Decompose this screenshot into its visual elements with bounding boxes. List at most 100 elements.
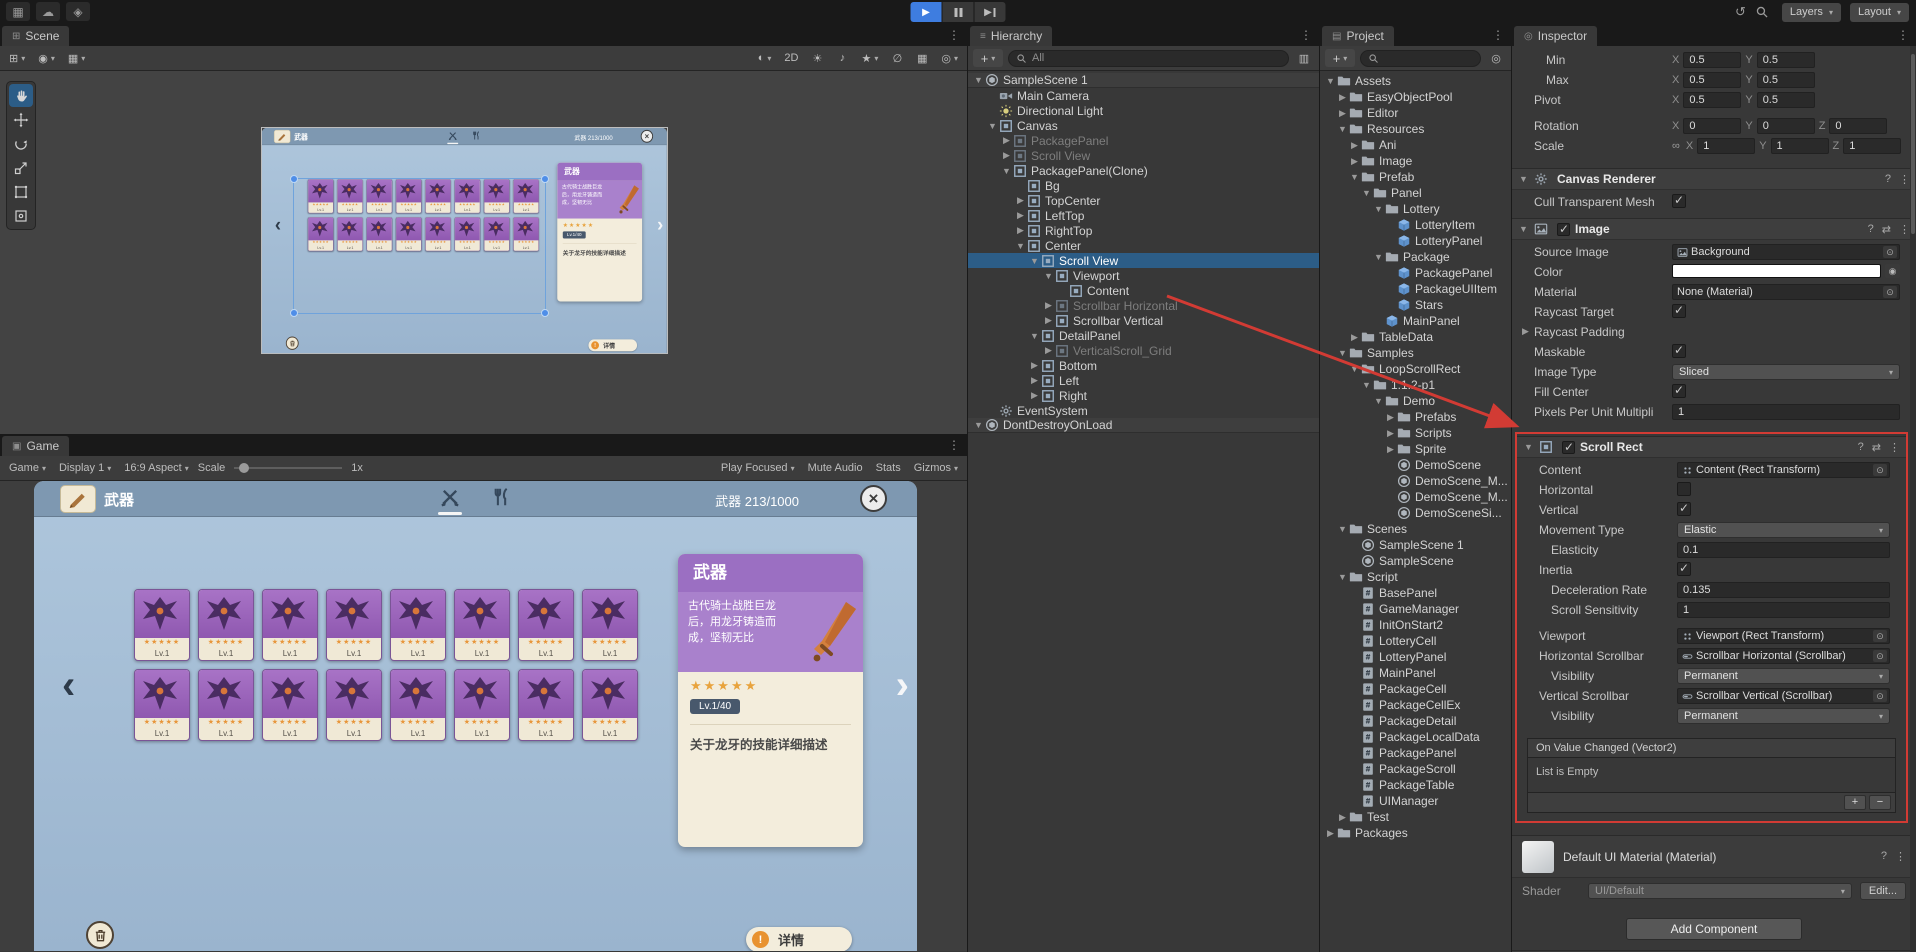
foldout-arrow[interactable]: ▶ <box>1000 135 1013 146</box>
trash-button[interactable] <box>86 921 114 949</box>
tree-item-lottery[interactable]: ▼ Lottery <box>1320 201 1511 217</box>
presets-icon[interactable]: ⇄ <box>1872 441 1881 454</box>
weapon-card[interactable]: ★★★★★ Lv.1 <box>134 589 190 661</box>
tree-item-loopscrollrect[interactable]: ▼ LoopScrollRect <box>1320 361 1511 377</box>
audio-toggle-icon[interactable]: ♪ <box>832 49 852 67</box>
tree-item-packagecellex[interactable]: PackageCellEx <box>1320 697 1511 713</box>
tree-item-uimanager[interactable]: UIManager <box>1320 793 1511 809</box>
weapon-card-grid[interactable]: ★★★★★ Lv.1 ★★★★★ Lv.1 ★★★★★ Lv.1 ★★★★★ Lv.1 ★★★★… <box>134 589 638 741</box>
add-event-button[interactable]: + <box>1844 795 1866 810</box>
shader-dropdown[interactable]: UI/Default ▾ <box>1588 883 1852 899</box>
tree-item-packagepanel[interactable]: PackagePanel <box>1320 265 1511 281</box>
tree-item-center[interactable]: ▼ Center <box>968 238 1319 253</box>
object-field[interactable]: None (Material) ⊙ <box>1672 284 1900 300</box>
help-icon[interactable]: ? <box>1885 173 1891 186</box>
tree-item-demoscene-m[interactable]: DemoScene_M... <box>1320 489 1511 505</box>
scrollview-selection-gizmo[interactable] <box>290 175 549 317</box>
tree-item-packages[interactable]: ▶ Packages <box>1320 825 1511 841</box>
foldout-arrow[interactable]: ▶ <box>1522 326 1529 337</box>
tree-item-detailpanel[interactable]: ▼ DetailPanel <box>968 328 1319 343</box>
tree-item-left[interactable]: ▶ Left <box>968 373 1319 388</box>
foldout-arrow[interactable]: ▶ <box>1028 375 1041 386</box>
food-category-tab[interactable] <box>470 129 483 141</box>
dropdown[interactable]: Permanent ▾ <box>1677 668 1890 684</box>
tree-item-main-camera[interactable]: Main Camera <box>968 88 1319 103</box>
hidden-objects-icon[interactable]: ∅ <box>887 49 907 67</box>
scale-slider[interactable] <box>234 463 343 473</box>
number-field[interactable]: 1 <box>1672 404 1900 420</box>
dropdown[interactable]: Elastic ▾ <box>1677 522 1890 538</box>
foldout-arrow[interactable]: ▶ <box>1014 225 1027 236</box>
effects-dropdown-icon[interactable]: ★ ▾ <box>857 49 882 67</box>
search-icon[interactable] <box>1755 5 1769 19</box>
weapon-card[interactable]: ★★★★★ Lv.1 <box>390 589 446 661</box>
stats-toggle[interactable]: Stats <box>872 459 905 477</box>
tree-item-basepanel[interactable]: BasePanel <box>1320 585 1511 601</box>
component-header-canvas-renderer[interactable]: ▼ Canvas Renderer? ⋮ <box>1512 168 1916 190</box>
tree-item-assets[interactable]: ▼ Assets <box>1320 73 1511 89</box>
tree-item-mainpanel[interactable]: MainPanel <box>1320 665 1511 681</box>
tree-item-packagedetail[interactable]: PackageDetail <box>1320 713 1511 729</box>
foldout-arrow[interactable]: ▶ <box>1348 156 1361 167</box>
axis-field[interactable]: 1 <box>1770 138 1829 154</box>
foldout-arrow[interactable]: ▶ <box>1014 210 1027 221</box>
tree-item-tabledata[interactable]: ▶ TableData <box>1320 329 1511 345</box>
close-button[interactable]: × <box>640 129 654 143</box>
dropdown[interactable]: Sliced ▾ <box>1672 364 1900 380</box>
tree-item-prefabs[interactable]: ▶ Prefabs <box>1320 409 1511 425</box>
tree-item-canvas[interactable]: ▼ Canvas <box>968 118 1319 133</box>
grid-visibility-icon[interactable]: ▦ <box>912 49 932 67</box>
number-field[interactable]: 1 <box>1677 602 1890 618</box>
tree-item-scroll-view[interactable]: ▼ Scroll View <box>968 253 1319 268</box>
object-picker-icon[interactable]: ⊙ <box>1873 690 1887 702</box>
foldout-arrow[interactable]: ▼ <box>1336 572 1349 582</box>
foldout-arrow[interactable]: ▼ <box>1523 442 1534 452</box>
tree-item-sprite[interactable]: ▶ Sprite <box>1320 441 1511 457</box>
tab-inspector[interactable]: ◎ Inspector <box>1514 26 1598 46</box>
kebab-icon[interactable]: ⋮ <box>1895 850 1906 863</box>
tree-item-lotterycell[interactable]: LotteryCell <box>1320 633 1511 649</box>
kebab-icon[interactable]: ⋮ <box>1889 441 1900 454</box>
axis-field[interactable]: 1 <box>1697 138 1756 154</box>
tree-item-panel[interactable]: ▼ Panel <box>1320 185 1511 201</box>
foldout-arrow[interactable]: ▼ <box>1372 396 1385 406</box>
cloud-services-icon[interactable]: ☁ <box>36 2 60 21</box>
weapon-card[interactable]: ★★★★★ Lv.1 <box>582 589 638 661</box>
tab-hierarchy[interactable]: ≡ Hierarchy <box>970 26 1053 46</box>
foldout-arrow[interactable]: ▼ <box>1518 174 1529 184</box>
axis-field[interactable]: 0.5 <box>1683 92 1742 108</box>
weapon-category-tab[interactable] <box>436 484 464 515</box>
number-field[interactable]: 0.1 <box>1677 542 1890 558</box>
foldout-arrow[interactable]: ▼ <box>1336 524 1349 534</box>
checkbox[interactable] <box>1677 561 1691 576</box>
layers-dropdown[interactable]: Layers ▾ <box>1781 2 1841 22</box>
tree-item-dontdestroyonload[interactable]: ▼ DontDestroyOnLoad <box>968 418 1319 433</box>
foldout-arrow[interactable]: ▼ <box>1360 380 1373 390</box>
selection-handle[interactable] <box>541 309 549 317</box>
object-field[interactable]: Scrollbar Vertical (Scrollbar) ⊙ <box>1677 688 1890 704</box>
tree-item-packagelocaldata[interactable]: PackageLocalData <box>1320 729 1511 745</box>
weapon-card[interactable]: ★★★★★ Lv.1 <box>454 589 510 661</box>
panel-menu-icon[interactable]: ⋮ <box>1897 28 1909 42</box>
kebab-icon[interactable]: ⋮ <box>1899 173 1910 186</box>
pivot-dropdown[interactable]: ◉ ▾ <box>34 49 59 67</box>
tree-item-initonstart2[interactable]: InitOnStart2 <box>1320 617 1511 633</box>
hierarchy-filter-icon[interactable]: ▥ <box>1294 49 1314 67</box>
foldout-arrow[interactable]: ▶ <box>1028 390 1041 401</box>
foldout-arrow[interactable]: ▼ <box>972 420 985 430</box>
panel-menu-icon[interactable]: ⋮ <box>1300 28 1312 42</box>
scale-link-icon[interactable]: ∞ <box>1672 140 1680 152</box>
tree-item-package[interactable]: ▼ Package <box>1320 249 1511 265</box>
detail-button[interactable]: ! 详情 <box>746 927 852 951</box>
step-button[interactable]: ▶ <box>974 2 1006 22</box>
weapon-card[interactable]: ★★★★★ Lv.1 <box>326 669 382 741</box>
number-field[interactable]: 0.135 <box>1677 582 1890 598</box>
close-button[interactable]: × <box>860 485 887 512</box>
axis-field[interactable]: 0.5 <box>1756 92 1815 108</box>
tree-item-scrollbar-vertical[interactable]: ▶ Scrollbar Vertical <box>968 313 1319 328</box>
foldout-arrow[interactable]: ▼ <box>1348 172 1361 182</box>
checkbox[interactable] <box>1672 343 1686 358</box>
tool-settings-dropdown[interactable]: ⊞ ▾ <box>5 49 29 67</box>
foldout-arrow[interactable]: ▼ <box>1336 348 1349 358</box>
transform-tool-button[interactable] <box>9 204 33 227</box>
